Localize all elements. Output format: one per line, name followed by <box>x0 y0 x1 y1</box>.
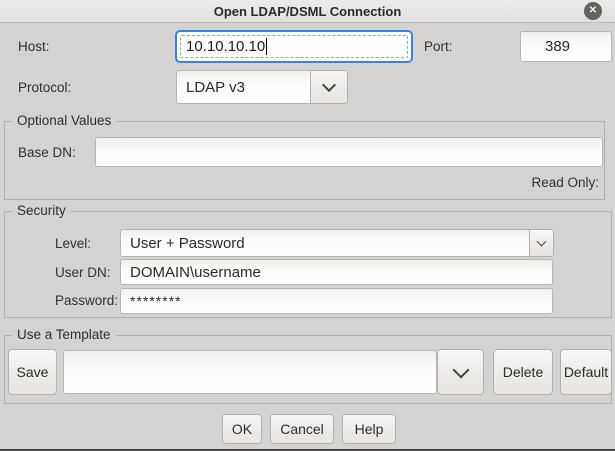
port-label: Port: <box>424 39 453 54</box>
port-value: 389 <box>521 38 570 55</box>
user-dn-input[interactable]: DOMAIN\username <box>120 259 553 285</box>
ok-button[interactable]: OK <box>222 414 262 444</box>
protocol-select[interactable]: LDAP v3 <box>176 70 311 104</box>
host-value: 10.10.10.10 <box>177 38 265 55</box>
security-level-value: User + Password <box>121 235 245 252</box>
chevron-down-icon <box>322 78 336 92</box>
security-level-select[interactable]: User + Password <box>120 229 530 257</box>
ok-button-label: OK <box>232 421 252 437</box>
open-ldap-connection-dialog: Open LDAP/DSML Connection ✕ Host: 10.10.… <box>0 0 615 451</box>
security-title: Security <box>12 203 71 218</box>
port-input[interactable]: 389 <box>520 31 612 62</box>
template-dropdown-button[interactable] <box>437 349 484 395</box>
cancel-button-label: Cancel <box>280 421 324 437</box>
level-label: Level: <box>55 236 91 251</box>
chevron-down-icon <box>452 362 469 379</box>
template-title: Use a Template <box>12 327 116 342</box>
chevron-down-icon <box>537 236 547 246</box>
password-input[interactable]: ******** <box>120 288 553 314</box>
default-button-label: Default <box>564 364 608 380</box>
text-cursor <box>266 38 267 55</box>
help-button[interactable]: Help <box>342 414 396 444</box>
help-button-label: Help <box>355 421 384 437</box>
host-input[interactable]: 10.10.10.10 <box>175 30 413 63</box>
titlebar: Open LDAP/DSML Connection ✕ <box>0 0 615 23</box>
user-dn-value: DOMAIN\username <box>121 264 261 281</box>
host-label: Host: <box>18 39 50 54</box>
password-label: Password: <box>55 293 118 308</box>
read-only-label: Read Only: <box>531 175 599 190</box>
close-button[interactable]: ✕ <box>584 2 602 20</box>
delete-button-label: Delete <box>503 364 543 380</box>
save-button-label: Save <box>17 364 49 380</box>
base-dn-input[interactable] <box>95 137 603 167</box>
protocol-value: LDAP v3 <box>177 79 245 96</box>
optional-values-title: Optional Values <box>12 113 116 128</box>
save-button[interactable]: Save <box>8 349 57 395</box>
protocol-label: Protocol: <box>18 80 71 95</box>
password-value: ******** <box>121 293 182 309</box>
cancel-button[interactable]: Cancel <box>270 414 334 444</box>
close-icon: ✕ <box>589 6 597 16</box>
protocol-dropdown-button[interactable] <box>310 70 348 104</box>
user-dn-label: User DN: <box>55 265 111 280</box>
base-dn-label: Base DN: <box>18 145 76 160</box>
security-level-dropdown-button[interactable] <box>529 229 554 257</box>
default-button[interactable]: Default <box>560 349 612 395</box>
delete-button[interactable]: Delete <box>493 349 553 395</box>
window-title: Open LDAP/DSML Connection <box>214 4 402 19</box>
template-select[interactable] <box>63 350 437 394</box>
